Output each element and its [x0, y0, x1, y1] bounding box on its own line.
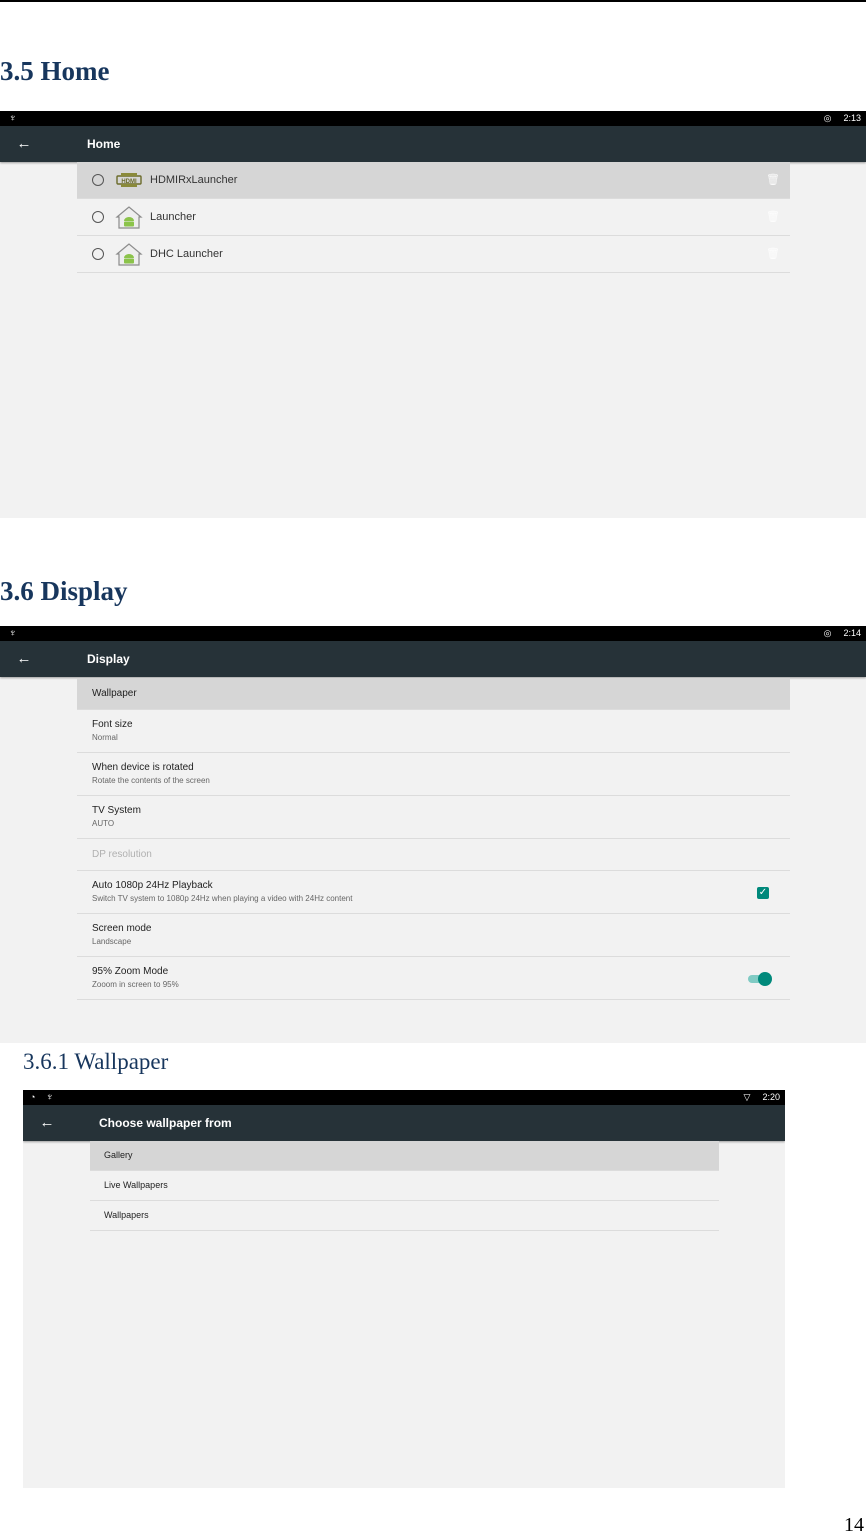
settings-item-summary: Switch TV system to 1080p 24Hz when play… — [92, 894, 353, 903]
settings-item[interactable]: DP resolution — [77, 839, 790, 871]
section-heading-wallpaper: 3.6.1 Wallpaper — [23, 1049, 169, 1074]
home-screenshot: ♆ ◎ 2:13 ← Home HDMI HDMIRxLauncher 🗑 Launc… — [0, 111, 866, 518]
list-item-launcher[interactable]: DHC Launcher 🗑 — [77, 236, 790, 273]
settings-item-title: Auto 1080p 24Hz Playback — [92, 880, 213, 891]
wallpaper-source-list: Gallery Live Wallpapers Wallpapers — [90, 1141, 719, 1231]
toggle-switch[interactable] — [748, 972, 772, 986]
trash-icon[interactable]: 🗑 — [766, 210, 780, 223]
back-arrow-icon[interactable]: ← — [37, 1105, 57, 1141]
usb-icon: ♆ — [9, 628, 17, 639]
section-heading-display: 3.6 Display — [0, 576, 128, 606]
launcher-name: DHC Launcher — [150, 248, 223, 260]
android-home-icon — [115, 205, 143, 229]
app-bar-title: Choose wallpaper from — [99, 1116, 232, 1130]
settings-item-title: Wallpaper — [92, 688, 137, 699]
top-rule — [0, 0, 866, 2]
wifi-icon: ◔ — [30, 1092, 36, 1102]
settings-item-title: DP resolution — [92, 849, 152, 860]
settings-item-summary: Normal — [92, 733, 118, 742]
back-arrow-icon[interactable]: ← — [14, 126, 34, 162]
settings-item[interactable]: 95% Zoom Mode Zooom in screen to 95% — [77, 957, 790, 1000]
status-bar: ♆ ◎ 2:14 — [0, 626, 866, 641]
cast-icon: ◎ — [823, 628, 832, 638]
toggle-thumb — [758, 972, 772, 986]
app-bar: ← Display — [0, 641, 866, 677]
app-bar: ← Home — [0, 126, 866, 162]
radio-button[interactable] — [92, 174, 104, 186]
list-item-wallpaper-source[interactable]: Live Wallpapers — [90, 1171, 719, 1201]
back-arrow-icon[interactable]: ← — [14, 641, 34, 677]
hdmi-icon: HDMI — [115, 168, 143, 192]
wallpaper-source-label: Live Wallpapers — [104, 1180, 168, 1190]
page-number: 14 — [844, 1514, 864, 1536]
settings-item-title: Screen mode — [92, 923, 152, 934]
list-item-launcher[interactable]: Launcher 🗑 — [77, 199, 790, 236]
wallpaper-source-label: Wallpapers — [104, 1210, 149, 1220]
settings-item[interactable]: When device is rotated Rotate the content… — [77, 753, 790, 796]
settings-item-summary: AUTO — [92, 819, 115, 828]
settings-item-title: TV System — [92, 805, 141, 816]
cast-icon: ◎ — [823, 113, 832, 123]
settings-item[interactable]: Wallpaper — [77, 678, 790, 710]
settings-item-title: Font size — [92, 719, 133, 730]
checkbox-checked[interactable]: ✓ — [757, 887, 769, 899]
settings-item-title: 95% Zoom Mode — [92, 966, 169, 977]
status-time: 2:14 — [843, 628, 861, 638]
status-time: 2:13 — [843, 113, 861, 123]
trash-icon[interactable]: 🗑 — [766, 247, 780, 260]
app-bar-title: Home — [87, 137, 121, 151]
usb-icon: ♆ — [9, 113, 17, 124]
wifi-signal-icon: ▽ — [743, 1092, 751, 1102]
android-home-icon — [115, 242, 143, 266]
status-time: 2:20 — [762, 1092, 780, 1102]
settings-item-summary: Zooom in screen to 95% — [92, 980, 179, 989]
app-bar-title: Display — [87, 652, 130, 666]
settings-item[interactable]: Screen mode Landscape — [77, 914, 790, 957]
radio-button[interactable] — [92, 248, 104, 260]
settings-item[interactable]: Font size Normal — [77, 710, 790, 753]
display-screenshot: ♆ ◎ 2:14 ← Display Wallpaper Font size Nor… — [0, 626, 866, 1043]
status-bar: ♆ ◎ 2:13 — [0, 111, 866, 126]
home-app-list: HDMI HDMIRxLauncher 🗑 Launcher 🗑 DHC Launcher… — [77, 162, 790, 273]
section-heading-home: 3.5 Home — [0, 56, 110, 86]
launcher-name: Launcher — [150, 211, 196, 223]
wallpaper-source-label: Gallery — [104, 1150, 133, 1160]
status-bar: ◔ ♆ ▽ 2:20 — [23, 1090, 785, 1105]
wallpaper-screenshot: ◔ ♆ ▽ 2:20 ← Choose wallpaper from Galle… — [23, 1090, 785, 1488]
list-item-launcher[interactable]: HDMI HDMIRxLauncher 🗑 — [77, 162, 790, 199]
settings-item[interactable]: Auto 1080p 24Hz Playback Switch TV system… — [77, 871, 790, 914]
settings-item-summary: Landscape — [92, 937, 132, 946]
settings-item-summary: Rotate the contents of the screen — [92, 776, 210, 785]
radio-button[interactable] — [92, 211, 104, 223]
list-item-wallpaper-source[interactable]: Gallery — [90, 1141, 719, 1171]
usb-icon: ♆ — [46, 1092, 54, 1103]
launcher-name: HDMIRxLauncher — [150, 174, 238, 186]
settings-item[interactable]: TV System AUTO — [77, 796, 790, 839]
list-item-wallpaper-source[interactable]: Wallpapers — [90, 1201, 719, 1231]
settings-item-title: When device is rotated — [92, 762, 194, 773]
app-bar: ← Choose wallpaper from — [23, 1105, 785, 1141]
trash-icon[interactable]: 🗑 — [766, 173, 780, 186]
display-settings-list: Wallpaper Font size Normal When device is r… — [77, 678, 790, 1000]
